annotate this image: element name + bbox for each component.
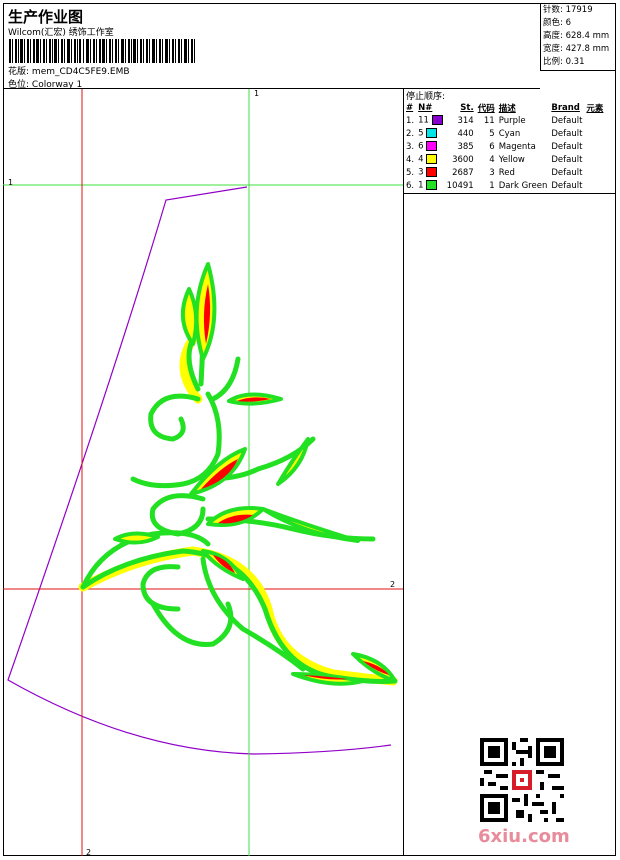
needle-cell: 1 [416, 179, 445, 192]
brand-cell: Default [551, 180, 583, 191]
desc-cell: Magenta [498, 141, 536, 152]
leaf-8 [113, 531, 160, 545]
stat-stitches: 针数: 17919 [543, 5, 593, 15]
idx-cell: 1. [406, 115, 415, 126]
stitches-cell: 10491 [446, 180, 474, 191]
stitches-cell: 3600 [452, 154, 474, 165]
code-cell: 11 [483, 115, 495, 126]
design-canvas [3, 89, 403, 856]
needle-cell: 4 [416, 153, 445, 166]
desc-cell: Purple [498, 115, 526, 126]
stitches-cell: 2687 [452, 167, 474, 178]
stat-width: 宽度: 427.8 mm [543, 44, 610, 54]
page-title: 生产作业图 [8, 8, 84, 26]
stats-panel: 针数: 17919 颜色: 6 高度: 628.4 mm 宽度: 427.8 m… [540, 3, 616, 71]
col-header-brand: Brand [551, 102, 580, 113]
table-row: 3. 6 385 6 Magenta Default [404, 140, 605, 153]
table-row: 4. 4 3600 4 Yellow Default [404, 153, 605, 166]
code-cell: 3 [489, 167, 495, 178]
studio-subtitle: Wilcom(汇宏) 绣饰工作室 [8, 28, 114, 38]
col-header-code: 代码 [477, 103, 495, 114]
desc-cell: Yellow [498, 154, 525, 165]
color-swatch [426, 167, 438, 178]
barcode [9, 39, 195, 63]
idx-cell: 3. [406, 141, 415, 152]
table-row: 6. 1 10491 1 Dark Green Default [404, 179, 605, 192]
col-header-desc: 描述 [498, 103, 516, 114]
needle-cell: 3 [416, 166, 445, 179]
idx-cell: 2. [406, 128, 415, 139]
needle-cell: 5 [416, 127, 445, 140]
color-swatch [426, 141, 438, 152]
leaf-2 [181, 287, 199, 346]
stop-sequence-table: # N# St. 代码 描述 Brand 元素 1. 11 314 11 Purple… [404, 101, 605, 192]
design-name-row: 花版: mem_CD4C5FE9.EMB [8, 64, 130, 77]
brand-cell: Default [551, 141, 583, 152]
stitches-cell: 440 [457, 128, 474, 139]
table-header-row: # N# St. 代码 描述 Brand 元素 [404, 101, 605, 114]
design-label: 花版: [8, 67, 30, 77]
needle-cell: 11 [416, 114, 445, 127]
needle-number: 11 [418, 115, 429, 126]
col-header-needle: N# [418, 102, 433, 113]
stat-colors: 颜色: 6 [543, 18, 571, 28]
idx-cell: 5. [406, 167, 415, 178]
stat-scale: 比例: 0.31 [543, 57, 585, 67]
brand-cell: Default [551, 167, 583, 178]
needle-cell: 6 [416, 140, 445, 153]
code-cell: 5 [489, 128, 495, 139]
needle-number: 1 [418, 180, 424, 191]
col-header-element: 元素 [586, 103, 604, 114]
stitches-cell: 385 [457, 141, 474, 152]
design-value: mem_CD4C5FE9.EMB [31, 67, 130, 77]
color-swatch [426, 154, 438, 165]
brand-cell: Default [551, 128, 583, 139]
needle-number: 6 [418, 141, 424, 152]
code-cell: 6 [489, 141, 495, 152]
hoop-outline [7, 186, 392, 755]
needle-number: 3 [418, 167, 424, 178]
code-cell: 1 [489, 180, 495, 191]
watermark: 6xiu.com [478, 826, 570, 847]
floral-motif [78, 262, 398, 686]
stat-height: 高度: 628.4 mm [543, 31, 610, 41]
code-cell: 4 [489, 154, 495, 165]
qr-code [480, 738, 564, 822]
axis-label-h2: 2 [390, 580, 396, 589]
col-header-stitches: St. [460, 102, 474, 113]
table-row: 2. 5 440 5 Cyan Default [404, 127, 605, 140]
desc-cell: Cyan [498, 128, 521, 139]
color-swatch [426, 128, 438, 139]
axis-label-v2: 2 [86, 848, 92, 857]
needle-number: 5 [418, 128, 424, 139]
idx-cell: 4. [406, 154, 415, 165]
needle-number: 4 [418, 154, 424, 165]
color-swatch [426, 180, 438, 191]
col-header-index: # [406, 102, 414, 113]
brand-cell: Default [551, 154, 583, 165]
header-panel: 生产作业图 Wilcom(汇宏) 绣饰工作室 花版: mem_CD4C5FE9.… [3, 3, 540, 90]
desc-cell: Red [498, 167, 515, 178]
desc-cell: Dark Green [498, 180, 548, 191]
table-row: 1. 11 314 11 Purple Default [404, 114, 605, 127]
table-row: 5. 3 2687 3 Red Default [404, 166, 605, 179]
brand-cell: Default [551, 115, 583, 126]
stitches-cell: 314 [457, 115, 474, 126]
axis-label-v1: 1 [254, 89, 260, 98]
side-divider [404, 193, 616, 194]
color-swatch [431, 115, 443, 126]
idx-cell: 6. [406, 180, 415, 191]
axis-label-h1: 1 [8, 178, 14, 187]
